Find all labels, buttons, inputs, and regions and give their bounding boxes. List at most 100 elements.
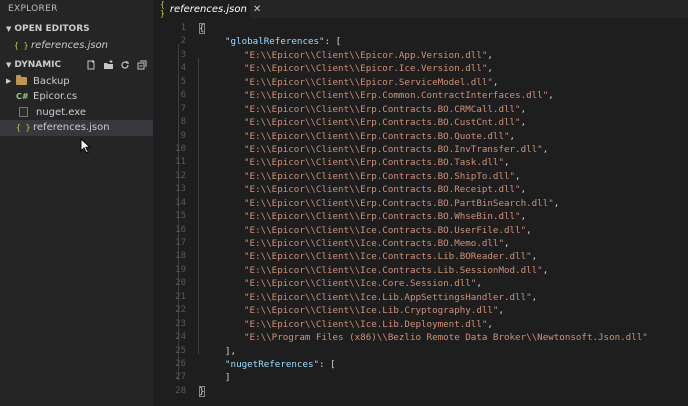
explorer-sidebar: EXPLORER ▼ OPEN EDITORS { } references.j… xyxy=(0,0,153,406)
exe-icon xyxy=(19,107,28,118)
json-string: "E:\\Epicor\\Client\\Erp.Contracts.BO.Wh… xyxy=(244,211,521,223)
code-line: "E:\\Epicor\\Client\\Ice.Core.Session.dl… xyxy=(199,277,688,290)
code-line: ] xyxy=(199,371,688,384)
line-number: 11 xyxy=(175,157,186,168)
code-line: "E:\\Epicor\\Client\\Ice.Lib.Cryptograph… xyxy=(199,304,688,317)
open-editor-item[interactable]: { } references.json xyxy=(0,38,153,54)
json-comma: , xyxy=(487,49,493,61)
json-string: "E:\\Epicor\\Client\\Ice.Lib.Cryptograph… xyxy=(244,305,499,317)
workspace-header[interactable]: ▼ DYNAMIC xyxy=(0,57,153,74)
json-comma: , xyxy=(487,318,493,330)
line-number: 4 xyxy=(180,63,186,74)
workspace-label: DYNAMIC xyxy=(14,59,62,70)
json-comma: , xyxy=(509,130,516,142)
line-number: 10 xyxy=(175,143,186,154)
line-number: 18 xyxy=(175,251,186,262)
code-line: "E:\\Epicor\\Client\\Ice.Contracts.Lib.B… xyxy=(199,250,688,263)
code-line: "E:\\Epicor\\Client\\Epicor.App.Version.… xyxy=(199,49,688,62)
line-number: 8 xyxy=(180,117,186,128)
line-number: 2 xyxy=(180,36,186,47)
json-string: "E:\\Epicor\\Client\\Ice.Contracts.Lib.S… xyxy=(244,264,543,276)
code-line: "E:\\Epicor\\Client\\Ice.Lib.Deployment.… xyxy=(199,318,688,331)
json-comma: , xyxy=(492,76,499,88)
tree-item-nuget-exe[interactable]: nuget.exe xyxy=(0,105,153,121)
folder-icon xyxy=(16,75,27,86)
json-comma: , xyxy=(553,197,560,209)
json-punct: : [ xyxy=(324,36,342,48)
json-icon: { } xyxy=(160,0,165,18)
code-editor[interactable]: 1 2 3 4 5 6 7 8 9 10 11 12 13 14 15 16 17 18 19 20 21 22 23 24 2… xyxy=(153,18,688,406)
tree-item-backup[interactable]: ▶ Backup xyxy=(0,74,153,90)
tree-item-references-json[interactable]: { } references.json xyxy=(0,120,153,136)
code-line: "E:\\Epicor\\Client\\Ice.Contracts.BO.Me… xyxy=(199,237,688,250)
json-comma: , xyxy=(520,211,527,223)
line-number: 22 xyxy=(175,305,186,316)
line-number: 6 xyxy=(180,90,186,101)
line-number-gutter: 1 2 3 4 5 6 7 8 9 10 11 12 13 14 15 16 17 18 19 20 21 22 23 24 2… xyxy=(153,22,186,398)
line-number: 3 xyxy=(180,49,186,60)
line-number: 13 xyxy=(175,184,186,195)
json-comma: , xyxy=(520,103,527,115)
tree-item-label: Backup xyxy=(33,75,70,87)
close-icon[interactable]: ✕ xyxy=(253,4,261,15)
open-editor-label: references.json xyxy=(31,40,109,51)
json-punct: ] xyxy=(225,372,231,384)
tree-item-label: Epicor.cs xyxy=(33,91,78,102)
open-editors-label: OPEN EDITORS xyxy=(14,24,90,34)
json-string: "E:\\Epicor\\Client\\Epicor.App.Version.… xyxy=(244,49,488,61)
tree-item-label: references.json xyxy=(33,122,110,133)
json-string: "E:\\Epicor\\Client\\Erp.Contracts.BO.Re… xyxy=(244,184,521,196)
tab-references-json[interactable]: { } references.json ✕ xyxy=(153,0,261,18)
line-number: 25 xyxy=(175,345,186,356)
json-string: "E:\\Epicor\\Client\\Ice.Contracts.Lib.B… xyxy=(244,251,532,263)
chevron-down-icon: ▼ xyxy=(6,60,12,69)
collapse-all-icon[interactable] xyxy=(137,60,147,70)
open-editors-header[interactable]: ▼ OPEN EDITORS xyxy=(0,21,153,38)
json-comma: , xyxy=(515,170,521,182)
open-brace: { xyxy=(199,23,205,34)
line-number: 17 xyxy=(175,238,186,248)
code-line: "E:\\Epicor\\Client\\Erp.Common.Contract… xyxy=(199,89,688,102)
json-comma: , xyxy=(503,157,510,169)
code-line: "E:\\Epicor\\Client\\Epicor.Ice.Version.… xyxy=(199,62,688,75)
json-string: "E:\\Epicor\\Client\\Erp.Contracts.BO.Cu… xyxy=(244,117,521,129)
json-string: "E:\\Epicor\\Client\\Erp.Contracts.BO.CR… xyxy=(244,103,521,115)
tree-item-label: nuget.exe xyxy=(36,106,87,118)
chevron-right-icon: ▶ xyxy=(6,76,12,85)
line-number: 27 xyxy=(175,372,186,383)
code-content[interactable]: { "globalReferences": [ "E:\\Epicor\\Cli… xyxy=(199,22,688,398)
code-line: "E:\\Epicor\\Client\\Erp.Contracts.BO.Cu… xyxy=(199,116,688,129)
json-comma: , xyxy=(503,238,510,249)
refresh-icon[interactable] xyxy=(120,60,130,70)
json-key: "nugetReferences" xyxy=(225,358,320,370)
json-icon: { } xyxy=(14,41,29,50)
json-string: "E:\\Epicor\\Client\\Ice.Lib.AppSettings… xyxy=(244,291,532,303)
tree-item-epicor-cs[interactable]: C# Epicor.cs xyxy=(0,89,153,105)
code-line: "E:\\Epicor\\Client\\Erp.Contracts.BO.In… xyxy=(199,143,688,156)
code-line: "E:\\Epicor\\Client\\Erp.Contracts.BO.Qu… xyxy=(199,130,688,143)
global-references-list: "E:\\Epicor\\Client\\Epicor.App.Version.… xyxy=(199,49,688,345)
new-folder-icon[interactable] xyxy=(103,60,113,70)
code-line: "E:\\Epicor\\Client\\Erp.Contracts.BO.Sh… xyxy=(199,170,688,183)
json-comma: , xyxy=(531,251,538,263)
json-comma: , xyxy=(526,224,532,236)
code-line: "E:\\Epicor\\Client\\Erp.Contracts.BO.Re… xyxy=(199,183,688,196)
line-number: 20 xyxy=(175,278,186,289)
line-number: 16 xyxy=(175,224,186,235)
json-punct: ], xyxy=(225,345,237,357)
line-number: 24 xyxy=(175,332,186,343)
code-line: "E:\\Program Files (x86)\\Bezlio Remote … xyxy=(199,331,688,344)
json-comma: , xyxy=(476,278,482,290)
line-number: 12 xyxy=(175,170,186,181)
code-line: "E:\\Epicor\\Client\\Erp.Contracts.BO.CR… xyxy=(199,103,688,116)
new-file-icon[interactable] xyxy=(86,60,96,70)
json-string: "E:\\Epicor\\Client\\Erp.Contracts.BO.Pa… xyxy=(244,197,554,209)
line-number: 15 xyxy=(175,211,186,222)
mouse-pointer-icon xyxy=(80,138,92,154)
code-line: "nugetReferences": [ xyxy=(199,358,688,371)
line-number: 5 xyxy=(180,76,186,87)
json-string: "E:\\Epicor\\Client\\Erp.Contracts.BO.In… xyxy=(244,143,543,155)
editor-tab-bar: { } references.json ✕ xyxy=(153,0,688,18)
line-number: 7 xyxy=(180,103,186,114)
line-number: 1 xyxy=(180,23,186,33)
